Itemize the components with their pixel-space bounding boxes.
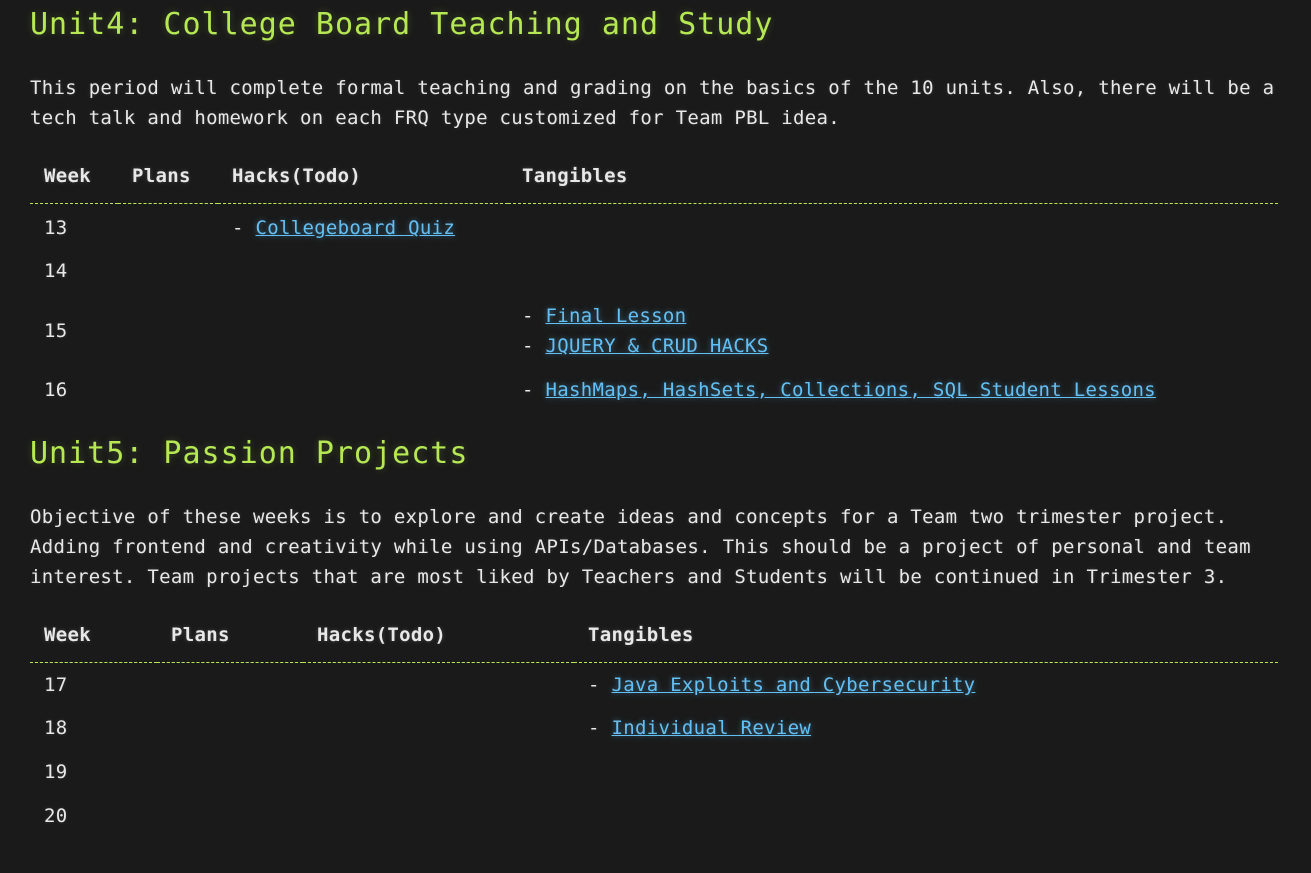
header-plans: Plans [157, 619, 303, 663]
plans-cell [118, 249, 218, 294]
page-content: Unit4: College Board Teaching and Study … [30, 0, 1280, 838]
header-week: Week [30, 619, 157, 663]
final-lesson-link[interactable]: Final Lesson [546, 305, 687, 327]
tangibles-cell: - HashMaps, HashSets, Collections, SQL S… [508, 368, 1278, 413]
list-dash: - [522, 379, 534, 401]
tangibles-cell [574, 750, 1278, 794]
week-cell: 18 [44, 717, 68, 739]
hacks-cell: - Collegeboard Quiz [218, 204, 508, 249]
table-row: 17 - Java Exploits and Cybersecurity [30, 662, 1278, 706]
unit5-schedule-table: Week Plans Hacks(Todo) Tangibles 17 - Ja… [30, 619, 1278, 839]
header-hacks: Hacks(Todo) [218, 161, 508, 204]
java-exploits-link[interactable]: Java Exploits and Cybersecurity [612, 674, 976, 696]
plans-cell [118, 294, 218, 368]
table-row: 18 - Individual Review [30, 706, 1278, 750]
table-row: 16 - HashMaps, HashSets, Collections, SQ… [30, 368, 1278, 413]
hacks-cell [218, 249, 508, 294]
tangibles-cell [574, 794, 1278, 838]
hacks-cell [303, 750, 574, 794]
header-tangibles: Tangibles [574, 619, 1278, 663]
individual-review-link[interactable]: Individual Review [612, 717, 812, 739]
hacks-cell [218, 368, 508, 413]
list-dash: - [232, 217, 244, 240]
tangibles-cell [508, 249, 1278, 294]
plans-cell [157, 662, 303, 706]
table-header-row: Week Plans Hacks(Todo) Tangibles [30, 619, 1278, 663]
unit4-schedule-table: Week Plans Hacks(Todo) Tangibles 13 - Co… [30, 161, 1278, 413]
header-tangibles: Tangibles [508, 161, 1278, 204]
tangibles-cell: - Individual Review [574, 706, 1278, 750]
week-cell: 20 [44, 805, 68, 827]
header-hacks: Hacks(Todo) [303, 619, 574, 663]
list-item: - Final Lesson [522, 301, 1264, 331]
plans-cell [157, 794, 303, 838]
table-header-row: Week Plans Hacks(Todo) Tangibles [30, 161, 1278, 204]
jquery-crud-hacks-link[interactable]: JQUERY & CRUD HACKS [546, 335, 769, 357]
plans-cell [157, 750, 303, 794]
week-cell: 16 [44, 379, 68, 401]
week-cell: 17 [44, 674, 68, 697]
tangibles-cell: - Final Lesson - JQUERY & CRUD HACKS [508, 294, 1278, 368]
tangibles-cell: - Java Exploits and Cybersecurity [574, 662, 1278, 706]
list-dash: - [588, 717, 600, 739]
hacks-cell [303, 794, 574, 838]
table-row: 20 [30, 794, 1278, 838]
hacks-cell [218, 294, 508, 368]
list-dash: - [522, 334, 534, 357]
week-cell: 13 [44, 217, 68, 240]
hashmaps-lessons-link[interactable]: HashMaps, HashSets, Collections, SQL Stu… [546, 379, 1156, 401]
list-dash: - [522, 304, 534, 327]
plans-cell [118, 204, 218, 249]
list-dash: - [588, 674, 600, 697]
unit5-title: Unit5: Passion Projects [30, 435, 469, 471]
hacks-cell [303, 662, 574, 706]
unit4-title: Unit4: College Board Teaching and Study [30, 7, 774, 42]
collegeboard-quiz-link[interactable]: Collegeboard Quiz [256, 217, 456, 239]
header-plans: Plans [118, 161, 218, 204]
table-row: 14 [30, 249, 1278, 294]
table-row: 15 - Final Lesson - JQUERY & CRUD HACKS [30, 294, 1278, 368]
unit5-description: Objective of these weeks is to explore a… [30, 505, 1251, 588]
week-cell: 14 [44, 260, 68, 282]
tangibles-cell [508, 204, 1278, 249]
week-cell: 15 [44, 319, 68, 342]
unit4-description: This period will complete formal teachin… [30, 77, 1275, 129]
plans-cell [157, 706, 303, 750]
list-item: - JQUERY & CRUD HACKS [522, 331, 1264, 361]
week-cell: 19 [44, 761, 68, 783]
header-week: Week [30, 161, 118, 204]
table-row: 13 - Collegeboard Quiz [30, 204, 1278, 249]
plans-cell [118, 368, 218, 413]
hacks-cell [303, 706, 574, 750]
table-row: 19 [30, 750, 1278, 794]
